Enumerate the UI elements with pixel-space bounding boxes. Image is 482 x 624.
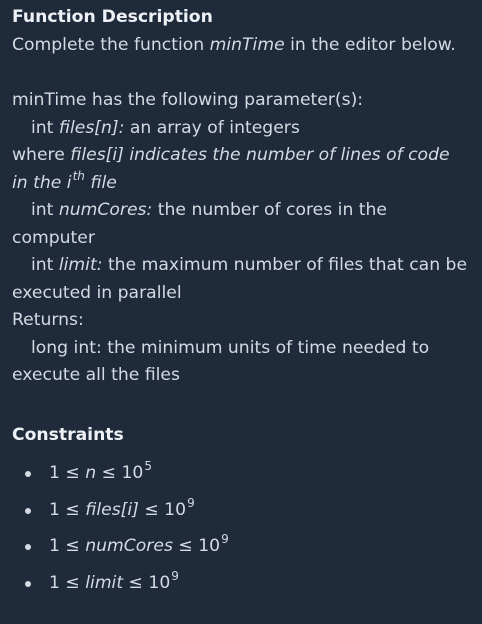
param-limit-name: limit	[58, 255, 97, 275]
param-cores-desc-line2: computer	[12, 227, 95, 248]
param-cores-desc: the number of cores in the	[152, 200, 388, 220]
param-files-desc: an array of integers	[124, 117, 300, 138]
where-prefix: where	[12, 145, 71, 165]
bullet-icon	[25, 471, 31, 477]
param-limit-desc: the maximum number of files that can be	[102, 255, 468, 275]
param-cores: int numCores: the number of cores in the	[12, 197, 470, 225]
where-italic-line2-a: in the i	[12, 172, 72, 193]
param-files-where-line1: where files[i] indicates the number of l…	[12, 142, 470, 170]
where-italic-line2-b: file	[84, 172, 117, 193]
where-italic-text: files[i] indicates the number of lines o…	[70, 145, 450, 165]
bullet-icon	[25, 544, 31, 550]
bullet-icon	[25, 507, 31, 514]
intro-suffix: in the editor below.	[284, 34, 456, 55]
constraint-item: 1 ≤ limit ≤ 109	[12, 570, 470, 596]
constraints-list: 1 ≤ n ≤ 105 1 ≤ files[i] ≤ 109 1 ≤ numCo…	[12, 460, 470, 596]
param-files: int files[n]: an array of integers	[12, 115, 470, 143]
constraint-item: 1 ≤ n ≤ 105	[12, 460, 470, 486]
param-cores-type: int	[31, 200, 59, 220]
param-limit: int limit: the maximum number of files t…	[12, 252, 470, 280]
constraints-heading: Constraints	[12, 424, 124, 445]
problem-description: Function Description Complete the functi…	[0, 0, 482, 596]
returns-line2: execute all the files	[12, 365, 180, 385]
intro-text: Complete the function minTime in the edi…	[12, 32, 470, 60]
param-files-type: int	[31, 117, 59, 138]
param-files-where-line2: in the ith file	[12, 170, 470, 198]
returns-label: Returns:	[12, 310, 84, 330]
constraint-item: 1 ≤ files[i] ≤ 109	[12, 497, 470, 523]
returns-line1: long int: the minimum units of time need…	[31, 337, 430, 358]
param-limit-type: int	[31, 255, 59, 275]
function-description-heading: Function Description	[12, 7, 213, 27]
intro-prefix: Complete the function	[12, 34, 210, 55]
ordinal-superscript: th	[72, 168, 85, 183]
params-intro: minTime has the following parameter(s):	[12, 90, 364, 110]
param-limit-desc-line2: executed in parallel	[12, 282, 182, 303]
param-cores-name: numCores:	[58, 200, 153, 220]
bullet-icon	[25, 580, 31, 587]
function-name: minTime	[209, 34, 285, 55]
param-files-name: files[n]	[58, 117, 119, 138]
constraint-item: 1 ≤ numCores ≤ 109	[12, 533, 470, 559]
